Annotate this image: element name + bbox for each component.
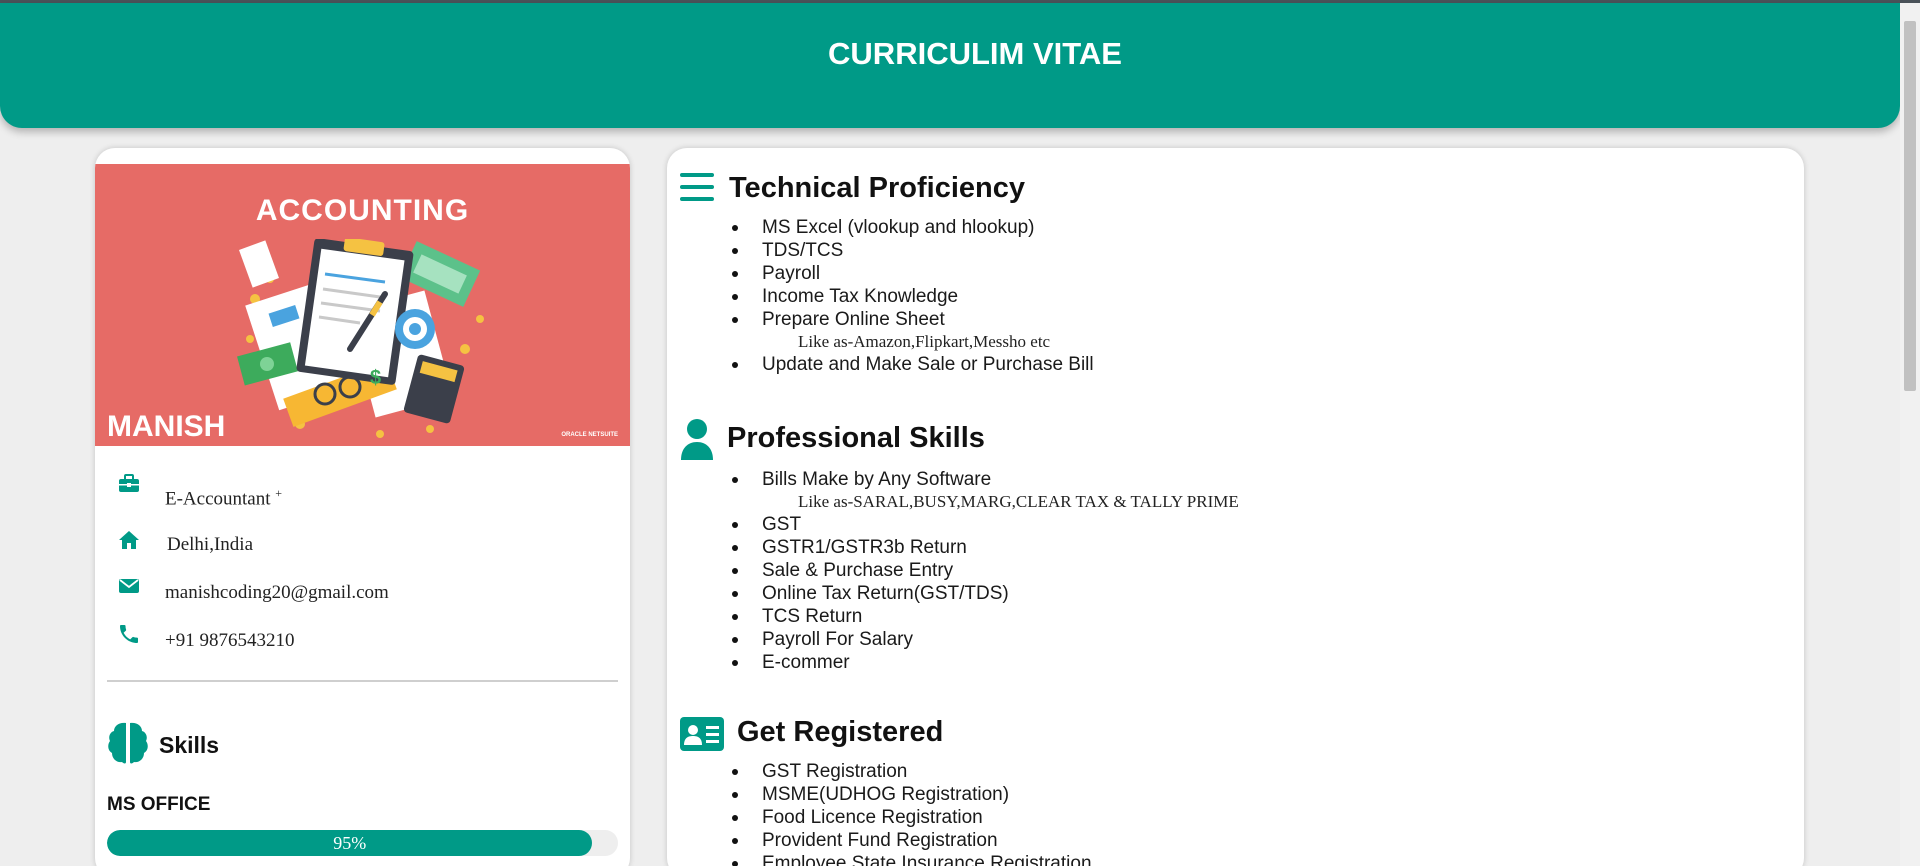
scrollbar[interactable] [1900, 3, 1920, 866]
envelope-icon [119, 579, 139, 593]
page-header: CURRICULIM VITAE [0, 3, 1900, 128]
list-item: Sale & Purchase Entry [729, 559, 1239, 582]
list-item-note: Like as-Amazon,Flipkart,Messho etc [798, 332, 1051, 351]
section-list: MS Excel (vlookup and hlookup) TDS/TCS P… [729, 216, 1094, 376]
list-item: Provident Fund Registration [729, 829, 1092, 852]
list-item: TDS/TCS [729, 239, 1094, 262]
phone-row: +91 9876543210 [95, 622, 630, 670]
list-item: E-commer [729, 651, 1239, 674]
section-title: Technical Proficiency [729, 172, 1026, 204]
id-card-icon [680, 717, 724, 751]
divider [107, 680, 618, 682]
job-title-text: E-Accountant [165, 488, 271, 510]
briefcase-icon [119, 474, 139, 492]
list-item: Employee State Insurance Registration [729, 852, 1092, 866]
list-item: GSTR1/GSTR3b Return [729, 536, 1239, 559]
location-row: Delhi,India [95, 526, 630, 574]
profile-banner: ACCOUNTING $ MANISH ORACLE NETSUITE [95, 164, 630, 446]
skill-progress-fill: 95% [107, 830, 593, 856]
list-item: MSME(UDHOG Registration) [729, 783, 1092, 806]
job-title: E-Accountant + [165, 486, 282, 510]
list-item: Bills Make by Any Software [729, 468, 1239, 491]
section-professional-skills: Professional Skills Bills Make by Any So… [679, 418, 1779, 688]
job-title-suffix: + [275, 486, 283, 500]
brain-icon [108, 722, 148, 764]
location-text: Delhi,India [167, 534, 254, 555]
email-text[interactable]: manishcoding20@gmail.com [165, 582, 389, 604]
email-row: manishcoding20@gmail.com [95, 574, 630, 622]
profile-card: ACCOUNTING $ MANISH ORACLE NETSUITE E-Ac… [95, 148, 630, 866]
banner-title: ACCOUNTING [255, 194, 470, 227]
list-item: Prepare Online Sheet [729, 308, 1094, 331]
job-row: E-Accountant + [95, 474, 630, 526]
scrollbar-thumb[interactable] [1904, 21, 1916, 391]
skill-name: MS OFFICE [107, 794, 211, 815]
list-item: TCS Return [729, 605, 1239, 628]
section-title: Professional Skills [727, 422, 985, 454]
section-get-registered: Get Registered GST Registration MSME(UDH… [679, 716, 1779, 866]
list-item-note: Like as-SARAL,BUSY,MARG,CLEAR TAX & TALL… [798, 492, 1239, 511]
list-item: Payroll [729, 262, 1094, 285]
list-item: MS Excel (vlookup and hlookup) [729, 216, 1094, 239]
list-item: Food Licence Registration [729, 806, 1092, 829]
home-icon [119, 531, 139, 549]
section-list: Bills Make by Any Software Like as-SARAL… [729, 468, 1239, 674]
section-list: GST Registration MSME(UDHOG Registration… [729, 760, 1092, 866]
banner-credit: ORACLE NETSUITE [561, 432, 618, 438]
user-icon [681, 419, 713, 460]
list-item: Update and Make Sale or Purchase Bill [729, 353, 1094, 376]
section-title: Get Registered [737, 716, 944, 748]
list-item: Income Tax Knowledge [729, 285, 1094, 308]
page-title: CURRICULIM VITAE [828, 35, 1122, 71]
accounting-illustration: $ [237, 239, 484, 438]
skill-progress-label: 95% [333, 832, 367, 853]
list-icon [680, 173, 714, 201]
section-technical-proficiency: Technical Proficiency MS Excel (vlookup … [679, 170, 1779, 375]
list-item: GST Registration [729, 760, 1092, 783]
phone-icon [120, 625, 138, 643]
skill-progress-track: 95% [107, 830, 618, 856]
skills-title: Skills [159, 732, 220, 758]
list-item: Payroll For Salary [729, 628, 1239, 651]
profile-name: MANISH [107, 410, 226, 443]
content-card: Technical Proficiency MS Excel (vlookup … [667, 148, 1804, 866]
list-item: Online Tax Return(GST/TDS) [729, 582, 1239, 605]
svg-text:$: $ [370, 367, 381, 389]
phone-text[interactable]: +91 9876543210 [165, 630, 294, 652]
list-item: GST [729, 513, 1239, 536]
contact-info: E-Accountant + Delhi,India manishcoding2… [95, 474, 630, 670]
